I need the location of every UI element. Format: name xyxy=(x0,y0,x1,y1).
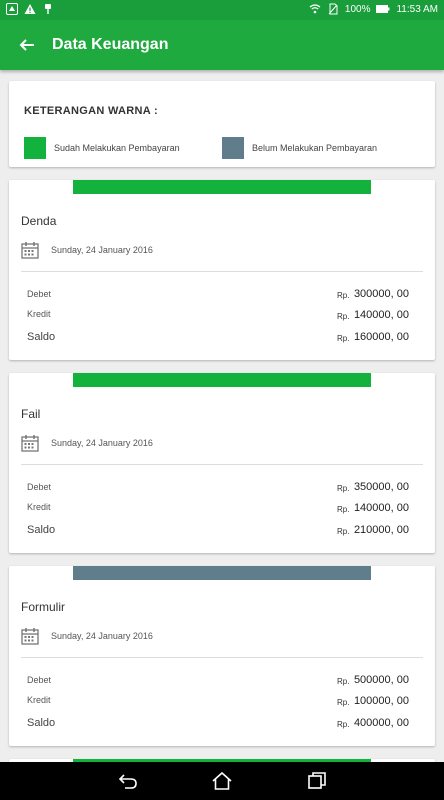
warning-icon xyxy=(24,4,36,14)
entry-date: Sunday, 24 January 2016 xyxy=(51,245,153,255)
nav-recents-button[interactable] xyxy=(304,769,330,793)
page-title: Data Keuangan xyxy=(52,36,169,53)
saldo-label: Saldo xyxy=(27,524,56,536)
app-bar: Data Keuangan xyxy=(0,20,444,70)
debet-label: Debet xyxy=(27,482,52,492)
kredit-label: Kredit xyxy=(27,309,51,319)
arrow-left-icon xyxy=(19,39,34,51)
back-icon xyxy=(118,774,137,789)
kredit-label: Kredit xyxy=(27,502,51,512)
calendar-icon xyxy=(21,242,39,259)
saldo-amount: 400000, 00 xyxy=(353,717,409,729)
payment-status-bar xyxy=(73,566,371,580)
debet-amount: 500000, 00 xyxy=(353,674,409,686)
divider xyxy=(21,657,423,658)
saldo-label: Saldo xyxy=(27,717,56,729)
entry-name: Formulir xyxy=(21,600,65,614)
payment-status-bar xyxy=(73,373,371,387)
system-nav-bar xyxy=(0,762,444,800)
kredit-amount: 100000, 00 xyxy=(353,695,409,707)
kredit-amount: 140000, 00 xyxy=(353,502,409,514)
debet-label: Debet xyxy=(27,675,52,685)
currency-label: Rp. xyxy=(337,334,350,343)
payment-status-bar xyxy=(73,180,371,194)
entry-name: Denda xyxy=(21,214,57,228)
nav-back-button[interactable] xyxy=(115,769,141,793)
saldo-label: Saldo xyxy=(27,331,56,343)
kredit-label: Kredit xyxy=(27,695,51,705)
currency-label: Rp. xyxy=(337,698,350,707)
currency-label: Rp. xyxy=(337,720,350,729)
entry-date: Sunday, 24 January 2016 xyxy=(51,631,153,641)
debet-amount: 300000, 00 xyxy=(353,288,409,300)
recents-icon xyxy=(308,772,326,789)
finance-entry-card[interactable]: Fail Sunday, 24 January 2016 Debet Rp. 3… xyxy=(9,373,435,553)
battery-icon xyxy=(376,5,390,13)
usb-debug-icon xyxy=(45,4,51,14)
currency-label: Rp. xyxy=(337,484,350,493)
legend-title: KETERANGAN WARNA : xyxy=(24,105,158,117)
currency-label: Rp. xyxy=(337,312,350,321)
saldo-amount: 210000, 00 xyxy=(353,524,409,536)
currency-label: Rp. xyxy=(337,291,350,300)
wifi-icon xyxy=(309,4,321,14)
color-legend-card: KETERANGAN WARNA : Sudah Melakukan Pemba… xyxy=(9,81,435,167)
kredit-amount: 140000, 00 xyxy=(353,309,409,321)
no-sim-icon xyxy=(328,3,338,15)
divider xyxy=(21,271,423,272)
finance-entry-card[interactable]: Formulir Sunday, 24 January 2016 Debet R… xyxy=(9,566,435,746)
currency-label: Rp. xyxy=(337,505,350,514)
debet-amount: 350000, 00 xyxy=(353,481,409,493)
currency-label: Rp. xyxy=(337,527,350,536)
currency-label: Rp. xyxy=(337,677,350,686)
clock: 11:53 AM xyxy=(396,3,438,15)
calendar-icon xyxy=(21,628,39,645)
entry-date: Sunday, 24 January 2016 xyxy=(51,438,153,448)
divider xyxy=(21,464,423,465)
unpaid-color-swatch xyxy=(222,137,244,159)
battery-percent: 100% xyxy=(344,3,371,15)
home-icon xyxy=(212,771,232,790)
nav-home-button[interactable] xyxy=(209,769,235,793)
entry-name: Fail xyxy=(21,407,41,421)
finance-entry-card[interactable]: Denda Sunday, 24 January 2016 Debet Rp. … xyxy=(9,180,435,360)
back-button[interactable] xyxy=(14,32,40,58)
calendar-icon xyxy=(21,435,39,452)
notification-app-icon xyxy=(6,3,18,15)
status-bar: 100% 11:53 AM xyxy=(0,0,444,20)
debet-label: Debet xyxy=(27,289,52,299)
unpaid-legend-label: Belum Melakukan Pembayaran xyxy=(252,143,378,153)
saldo-amount: 160000, 00 xyxy=(353,331,409,343)
paid-legend-label: Sudah Melakukan Pembayaran xyxy=(54,143,180,153)
paid-color-swatch xyxy=(24,137,46,159)
